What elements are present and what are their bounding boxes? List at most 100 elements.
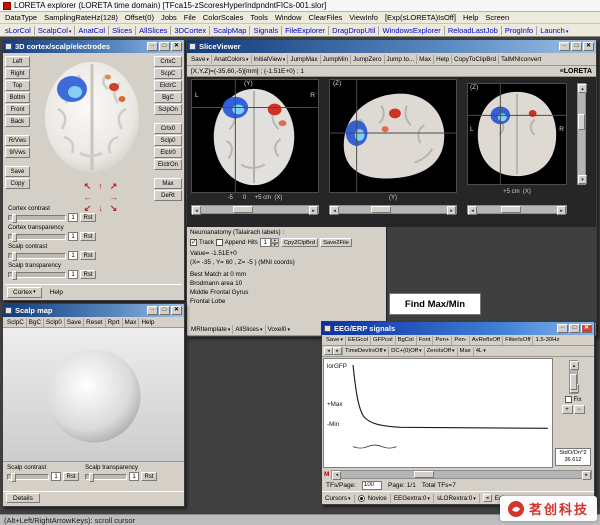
cortex-zero-button[interactable]: Crtx0 — [154, 123, 182, 134]
maximize-icon[interactable] — [159, 306, 170, 315]
append-checkbox[interactable] — [215, 239, 223, 246]
cortex-contrast-slider[interactable] — [8, 213, 66, 223]
slider-thumb[interactable] — [12, 232, 17, 242]
tb-slices[interactable]: Slices — [109, 26, 135, 35]
max-button[interactable]: Max — [458, 348, 473, 354]
close-icon[interactable] — [581, 324, 592, 333]
rotate-views-button[interactable]: R/Vws — [5, 135, 30, 146]
details-button[interactable]: Details — [6, 493, 40, 503]
sagittal-slice-view[interactable]: (Z) — [329, 79, 457, 193]
close-icon[interactable] — [171, 42, 182, 51]
scalp-zero-button[interactable]: Sclp0 — [154, 135, 182, 146]
scale-up-button[interactable]: + — [561, 405, 573, 414]
reset-button[interactable]: Rst — [63, 472, 79, 481]
slider-thumb[interactable] — [12, 213, 17, 223]
rotate-left-icon[interactable]: ← — [81, 192, 94, 203]
help-menu[interactable]: Help — [50, 289, 63, 296]
rotate-up-right-icon[interactable]: ↗ — [107, 181, 120, 192]
scroll-thumb[interactable] — [578, 113, 585, 130]
scalp-contrast-slider[interactable] — [7, 472, 49, 482]
rotate-right-icon[interactable]: → — [107, 192, 120, 203]
all-slices-dropdown[interactable]: AllSlices — [233, 326, 264, 333]
sv-anatcolors[interactable]: AnatColors — [212, 56, 251, 63]
titlebar-scalp-map[interactable]: Scalp map — [3, 304, 184, 317]
slor-extra-dropdown[interactable]: sLORextra:0 — [437, 495, 476, 502]
layout-dropdown[interactable]: 4L — [474, 348, 488, 354]
menu-viewinfo[interactable]: ViewInfo — [349, 13, 378, 22]
gfp-color-button[interactable]: GFPcol — [371, 337, 395, 343]
menu-samplingrate[interactable]: SamplingRateHz(128) — [44, 13, 118, 22]
scroll-up-icon[interactable] — [569, 361, 579, 370]
menu-clearfiles[interactable]: ClearFiles — [309, 13, 343, 22]
sv-help[interactable]: Help — [434, 56, 451, 63]
scroll-up-icon[interactable] — [578, 84, 587, 93]
save-button[interactable]: Save — [5, 166, 30, 177]
scalp-map-render[interactable] — [3, 328, 184, 462]
minimize-icon[interactable] — [557, 324, 568, 333]
view-back-button[interactable]: Back — [5, 116, 30, 127]
sv-jumpzero[interactable]: JumpZero — [351, 56, 383, 63]
report-button[interactable]: Rprt — [106, 319, 122, 326]
copy-button[interactable]: Copy — [5, 178, 30, 189]
sv-copytoclipbrd[interactable]: CopyToClipBrd — [452, 56, 498, 63]
tb-anatcol[interactable]: AnatCol — [75, 26, 108, 35]
filter-toggle[interactable]: FilterIsOff — [503, 337, 532, 343]
view-front-button[interactable]: Front — [5, 104, 30, 115]
axial-hscroll[interactable] — [191, 205, 319, 215]
view-bottom-button[interactable]: Bottm — [5, 92, 30, 103]
eeg-signal-plot[interactable]: lorGFP +Max -Min — [323, 358, 553, 468]
cursors-dropdown[interactable]: Cursors — [325, 495, 351, 502]
tb-proginfo[interactable]: ProgInfo — [502, 26, 536, 35]
tb-allslices[interactable]: AllSlices — [136, 26, 170, 35]
tb-launch[interactable]: Launch — [537, 26, 571, 35]
menu-exp-sloreta[interactable]: [Exp(sLORETA)IsOff] — [385, 13, 456, 22]
cortex-transparency-slider[interactable] — [8, 232, 66, 242]
titlebar-sliceviewer[interactable]: SliceViewer — [187, 40, 596, 53]
max-button[interactable]: Max — [154, 178, 182, 189]
sv-jumpmax[interactable]: JumpMax — [288, 56, 319, 63]
close-icon[interactable] — [171, 306, 182, 315]
rotate-up-icon[interactable]: ↑ — [94, 181, 107, 192]
sv-initialview[interactable]: InitialView — [252, 56, 288, 63]
scalp-contrast-slider[interactable] — [8, 251, 66, 261]
titlebar-eeg-signals[interactable]: EEG/ERP signals — [322, 322, 594, 335]
menu-jobs[interactable]: Jobs — [161, 13, 177, 22]
electrode-on-button[interactable]: ElctrOn — [154, 159, 182, 170]
pen-minus-button[interactable]: Pen- — [452, 337, 468, 343]
minimize-icon[interactable] — [147, 42, 158, 51]
cortex-dropdown[interactable]: Cortex — [7, 286, 42, 298]
background-color-button[interactable]: BgC — [27, 319, 43, 326]
slider-thumb[interactable] — [12, 270, 17, 280]
tb-reloadlastjob[interactable]: ReloadLastJob — [445, 26, 501, 35]
scroll-down-icon[interactable] — [578, 175, 587, 184]
tb-dragdroputil[interactable]: DragDropUtil — [329, 26, 378, 35]
voxel-dropdown[interactable]: Voxel0 — [266, 326, 292, 333]
scroll-left-icon[interactable] — [192, 206, 201, 215]
menu-datatype[interactable]: DataType — [5, 13, 37, 22]
slider-thumb[interactable] — [11, 472, 16, 482]
fix-checkbox[interactable] — [564, 396, 572, 403]
tb-windowsexplorer[interactable]: WindowsExplorer — [379, 26, 443, 35]
scalp-color-button[interactable]: SclpC — [5, 319, 26, 326]
tb-slorcol[interactable]: sLorCol — [2, 26, 34, 35]
tb-scalpcol[interactable]: ScalpCol — [35, 26, 75, 35]
slice-vscroll[interactable] — [577, 83, 587, 185]
menu-help[interactable]: Help — [463, 13, 478, 22]
timedev-dropdown[interactable]: TimeDevIrsOff — [343, 348, 388, 354]
save-to-file-button[interactable]: Save2File — [320, 238, 352, 247]
background-color-button[interactable]: BgCol — [396, 337, 416, 343]
scroll-left-icon[interactable] — [468, 206, 477, 215]
minimize-icon[interactable] — [559, 42, 570, 51]
dc-offset-dropdown[interactable]: DC+(0)Off — [389, 348, 423, 354]
tb-fileexplorer[interactable]: FileExplorer — [282, 26, 328, 35]
scroll-right-icon[interactable] — [309, 206, 318, 215]
maximize-icon[interactable] — [159, 42, 170, 51]
reset-button[interactable]: Rst — [80, 213, 96, 222]
scroll-thumb[interactable] — [569, 373, 577, 390]
sv-jumpmin[interactable]: JumpMin — [321, 56, 351, 63]
reset-button[interactable]: Rst — [80, 232, 96, 241]
font-button[interactable]: Font — [417, 337, 433, 343]
reset-button[interactable]: Rst — [80, 270, 96, 279]
scale-down-button[interactable]: − — [573, 405, 585, 414]
help-button[interactable]: Help — [139, 319, 156, 326]
